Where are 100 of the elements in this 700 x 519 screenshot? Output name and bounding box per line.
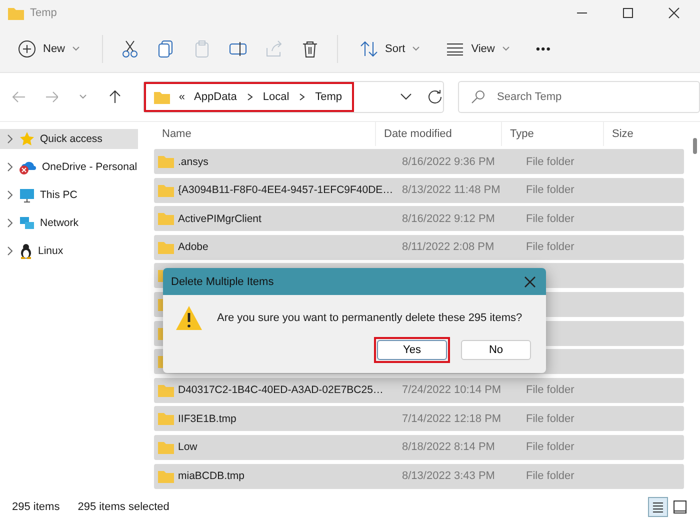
address-field[interactable]: « AppData Local Temp <box>142 81 444 113</box>
selection-count: 295 items selected <box>78 501 170 513</box>
chevron-right-icon[interactable] <box>6 246 14 256</box>
folder-icon <box>158 212 174 226</box>
breadcrumb[interactable]: Temp <box>315 91 342 103</box>
sidebar-item[interactable]: Network <box>0 213 138 233</box>
table-cell-text: .ansys <box>178 156 210 168</box>
view-button[interactable]: View <box>442 38 514 60</box>
table-cell-text: File folder <box>525 184 576 196</box>
table-cell-text: Low <box>178 441 198 454</box>
sidebar-item[interactable]: Linux <box>0 241 138 261</box>
file-row[interactable]: Low 8/18/2022 8:14 PM File folder <box>154 434 684 460</box>
cut-icon[interactable] <box>121 40 140 58</box>
file-row[interactable]: miaBCDB.tmp 8/13/2022 3:43 PM File folder <box>154 464 684 489</box>
chevron-right-icon[interactable] <box>6 162 14 172</box>
folder-icon <box>8 6 24 20</box>
item-count: 295 items <box>12 501 60 513</box>
copy-icon[interactable] <box>157 40 176 58</box>
preview-view-icon[interactable] <box>672 499 688 515</box>
up-icon[interactable] <box>108 90 121 104</box>
sidebar-item[interactable]: OneDrive - Personal <box>0 157 138 177</box>
table-cell-text: 8/18/2022 8:14 PM <box>401 441 496 454</box>
overflow-chevron[interactable]: « <box>178 91 186 103</box>
chevron-right-icon <box>298 92 306 102</box>
network-icon <box>19 215 35 231</box>
file-row[interactable]: {A3094B11-F8F0-4EE4-9457-1EFC9F40DE… 8/13/2022 11:48 PM File folder <box>154 178 684 203</box>
maximize-icon[interactable] <box>622 7 634 19</box>
sort-button[interactable]: Sort <box>356 37 424 61</box>
file-row[interactable]: Adobe 8/11/2022 2:08 PM File folder <box>154 234 684 260</box>
chevron-down-icon <box>72 46 80 52</box>
folder-icon <box>158 240 174 254</box>
dialog-message: Are you sure you want to permanently delete these 295 items? <box>217 312 522 324</box>
folder-icon <box>158 470 174 483</box>
table-cell-text: Adobe <box>178 241 210 254</box>
chevron-right-icon[interactable] <box>6 134 14 144</box>
warning-icon <box>175 305 203 331</box>
sort-icon <box>360 41 378 57</box>
dialog-button[interactable]: No <box>461 340 531 360</box>
refresh-icon[interactable] <box>427 89 444 105</box>
chevron-right-icon[interactable] <box>6 190 14 200</box>
star-icon <box>19 131 35 147</box>
list-icon <box>446 42 464 56</box>
window-title: Temp <box>30 7 57 19</box>
monitor-icon <box>19 187 35 203</box>
close-icon[interactable] <box>524 276 536 288</box>
dialog-title: Delete Multiple Items <box>171 276 274 288</box>
table-cell-text: IIF3E1B.tmp <box>178 412 238 425</box>
chevron-right-icon[interactable] <box>6 218 14 228</box>
table-cell-text: File folder <box>525 441 576 454</box>
search-input[interactable]: Search Temp <box>495 90 700 104</box>
chevron-down-icon <box>412 46 420 52</box>
column-header[interactable]: Size <box>604 122 684 146</box>
search-icon <box>471 90 486 104</box>
table-cell-text: 8/16/2022 9:36 PM <box>401 156 496 168</box>
column-header[interactable]: Type <box>502 122 604 146</box>
file-row[interactable]: D40317C2-1B4C-40ED-A3AD-02E7BC25… 7/24/2022 10:14 PM File folder <box>154 378 684 403</box>
cloud-error-icon <box>19 159 37 175</box>
folder-icon <box>158 440 174 454</box>
table-cell-text: 7/24/2022 10:14 PM <box>401 384 502 396</box>
table-cell-text: 8/13/2022 11:48 PM <box>401 184 502 196</box>
table-cell-text: File folder <box>525 384 576 396</box>
chevron-down-icon <box>502 46 510 52</box>
chevron-right-icon <box>246 92 254 102</box>
table-cell-text: miaBCDB.tmp <box>178 470 246 482</box>
column-header[interactable]: Name <box>154 122 376 146</box>
more-button[interactable]: ••• <box>532 38 556 60</box>
file-row[interactable]: IIF3E1B.tmp 7/14/2022 12:18 PM File folder <box>154 406 684 432</box>
table-cell-text: 8/13/2022 3:43 PM <box>401 470 496 482</box>
folder-icon <box>154 90 170 104</box>
breadcrumb[interactable]: Local <box>262 91 290 103</box>
table-cell-text: 8/16/2022 9:12 PM <box>401 212 496 225</box>
close-icon[interactable] <box>668 7 680 19</box>
table-cell: {A3094B11-F8F0-4EE4-9457-1EFC9F40DE… <box>178 184 394 196</box>
table-cell-text: File folder <box>525 212 576 225</box>
breadcrumb[interactable]: AppData <box>194 91 237 103</box>
details-view-icon[interactable] <box>648 497 668 517</box>
scrollbar[interactable] <box>693 138 697 154</box>
file-row[interactable]: ActivePIMgrClient 8/16/2022 9:12 PM File folder <box>154 206 684 232</box>
file-row[interactable]: .ansys 8/16/2022 9:36 PM File folder <box>154 149 684 174</box>
table-cell-text: File folder <box>525 241 576 254</box>
penguin-icon <box>19 243 33 259</box>
plus-circle-icon <box>18 40 36 58</box>
delete-icon[interactable] <box>301 40 320 58</box>
sidebar-item[interactable]: This PC <box>0 185 138 205</box>
new-button[interactable]: New <box>14 36 84 62</box>
rename-icon[interactable] <box>229 40 248 58</box>
table-cell-text: File folder <box>525 156 576 168</box>
dialog-button[interactable]: Yes <box>377 340 447 360</box>
table-cell-text: File folder <box>525 412 576 425</box>
chevron-down-icon[interactable] <box>399 92 414 102</box>
folder-icon <box>158 384 174 397</box>
folder-icon <box>158 412 174 426</box>
table-cell-text: 8/11/2022 2:08 PM <box>401 241 496 254</box>
table-cell-text: ActivePIMgrClient <box>178 212 262 225</box>
table-cell-text: File folder <box>525 470 576 482</box>
folder-icon <box>158 155 174 168</box>
table-cell-text: D40317C2-1B4C-40ED-A3AD-02E7BC25… <box>178 384 384 396</box>
column-header[interactable]: Date modified <box>376 122 502 146</box>
sidebar-item[interactable]: Quick access <box>0 129 138 149</box>
search-field[interactable]: Search Temp <box>458 81 700 113</box>
